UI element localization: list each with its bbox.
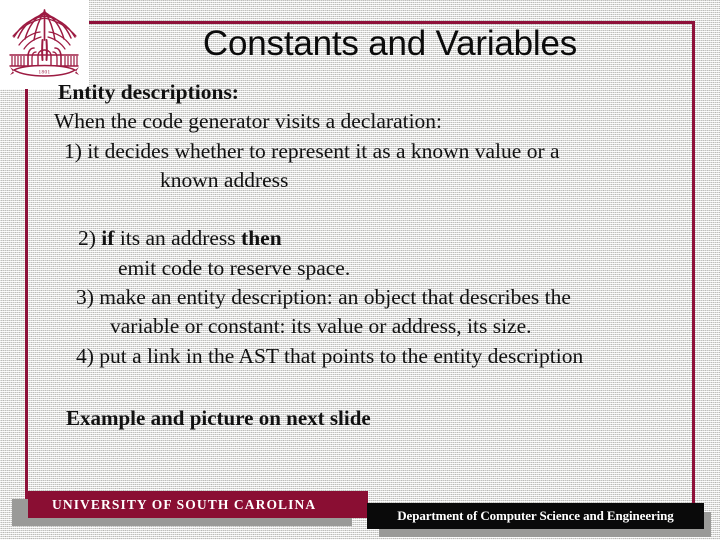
body-line-step3-cont: variable or constant: its value or addre… [110,314,532,339]
page-title: Constants and Variables [202,24,578,63]
body-line-step2-keyword-if: if [101,226,115,251]
body-line-step3: 3) make an entity description: an object… [76,285,571,310]
logo-banner-year: 1801 [39,70,51,76]
body-line-step2-cont: emit code to reserve space. [118,255,351,280]
body-line-step4: 4) put a link in the AST that points to … [76,343,584,368]
body-line-step1: 1) it decides whether to represent it as… [64,138,560,163]
frame-right-rule [692,21,695,505]
body-line-heading: Entity descriptions: [58,80,239,104]
department-bar: Department of Computer Science and Engin… [367,503,704,529]
body-line-step1-cont: known address [160,167,289,192]
university-bar-label: UNIVERSITY OF SOUTH CAROLINA [52,496,317,512]
department-bar-label: Department of Computer Science and Engin… [397,508,674,523]
body-line-step2-mid: its an address [114,226,242,251]
body-line-step2: 2) if its an address then [34,224,684,253]
university-bar: UNIVERSITY OF SOUTH CAROLINA [28,491,368,518]
body-line-intro: When the code generator visits a declara… [54,109,443,134]
body-line-spacer [34,195,684,224]
slide-canvas: 1801 Constants and Variables Entity desc… [0,0,720,540]
usc-palmetto-logo: 1801 [0,0,89,89]
body-line-step2-keyword-then: then [241,226,282,251]
frame-left-rule [25,88,28,500]
closing-note: Example and picture on next slide [66,406,371,430]
body-text-block: Entity descriptions: When the code gener… [34,78,684,371]
body-line-step2-prefix: 2) [78,226,102,251]
